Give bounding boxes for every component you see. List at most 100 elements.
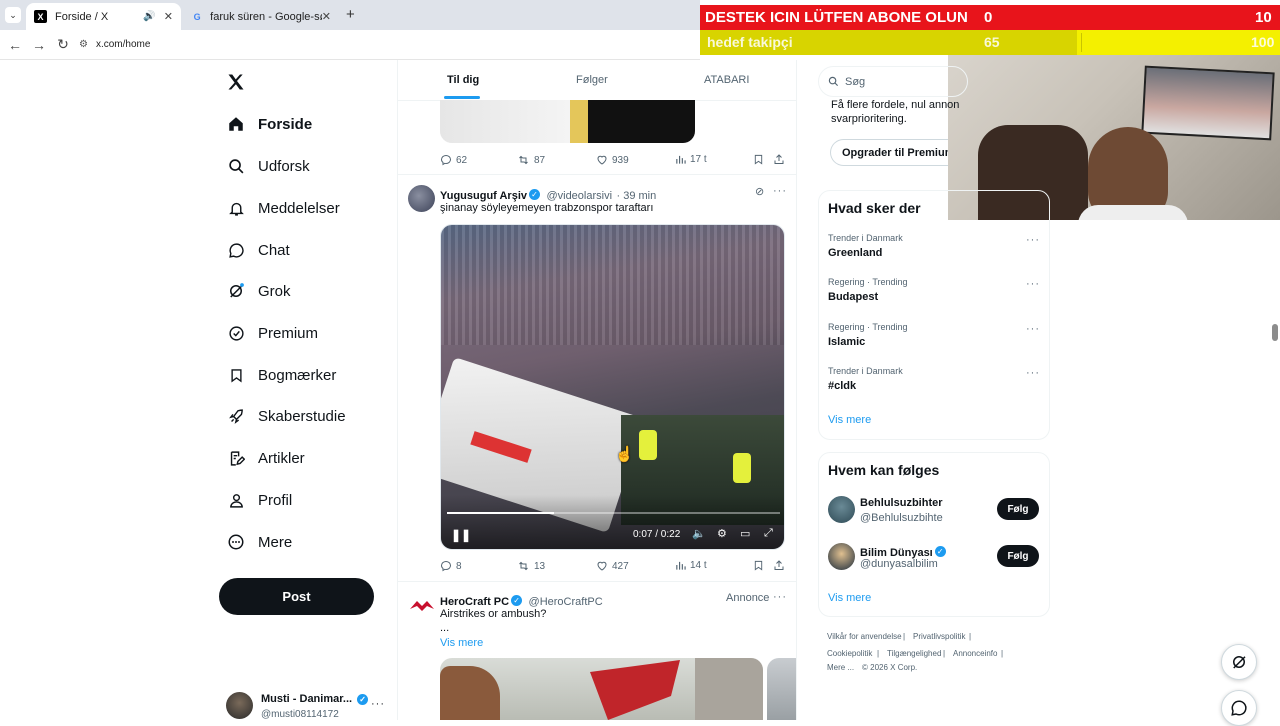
trends-show-more[interactable]: Vis mere	[828, 414, 871, 426]
post-time[interactable]: · 39 min	[616, 190, 656, 202]
post-media-2[interactable]	[767, 658, 796, 720]
footer-link[interactable]: Annonceinfo	[953, 649, 997, 658]
post-media[interactable]	[440, 658, 763, 720]
tab-following[interactable]: Følger	[576, 74, 608, 86]
nav-item-profil[interactable]: Profil	[226, 485, 292, 515]
tab-list-atabari[interactable]: ATABARI	[704, 74, 749, 86]
post-video[interactable]: ❚❚ 0:07 / 0:22 🔈 ⚙ ▭ ⤢	[440, 224, 785, 550]
suggested-user-name[interactable]: Behlulsuzbihter	[860, 497, 943, 509]
volume-icon[interactable]: 🔈	[692, 527, 706, 540]
trend-more-icon[interactable]: ···	[1026, 234, 1040, 246]
tab-list-dropdown[interactable]: ⌄	[5, 7, 21, 23]
video-progress-track[interactable]	[447, 512, 780, 514]
like-button[interactable]: 427	[596, 560, 629, 572]
close-tab-icon[interactable]: ✕	[322, 10, 331, 23]
upgrade-premium-button[interactable]: Opgrader til Premium+	[830, 139, 948, 166]
subscribe-label: DESTEK ICIN LÜTFEN ABONE OLUN	[705, 9, 968, 26]
verified-badge-icon: ✓	[934, 546, 946, 558]
site-info-icon[interactable]: ⚙	[79, 39, 88, 50]
search-icon	[226, 156, 246, 176]
back-icon[interactable]: ←	[3, 37, 27, 53]
avatar[interactable]	[828, 543, 855, 570]
nav-item-mere[interactable]: Mere	[226, 527, 292, 557]
nav-item-chat[interactable]: Chat	[226, 235, 290, 265]
new-tab-button[interactable]: +	[346, 6, 355, 23]
nav-item-meddelelser[interactable]: Meddelelser	[226, 193, 340, 223]
post-more-icon[interactable]: ···	[773, 591, 787, 603]
follow-show-more[interactable]: Vis mere	[828, 592, 871, 604]
footer-link[interactable]: Privatlivspolitik	[913, 632, 965, 641]
tab-google-search[interactable]: G faruk süren - Google-søgning ✕	[184, 3, 339, 30]
forward-icon[interactable]: →	[27, 37, 51, 53]
x-logo-icon[interactable]	[226, 72, 246, 92]
messages-fab-button[interactable]	[1221, 690, 1257, 726]
browser-tab-bar: ⌄ X Forside / X 🔊 ✕ G faruk süren - Goog…	[0, 0, 700, 30]
author-handle[interactable]: @videolarsivi	[546, 190, 612, 202]
settings-icon[interactable]: ⚙	[717, 527, 727, 540]
grok-icon[interactable]: ⊘	[755, 185, 764, 198]
goal-current: 65	[984, 34, 1000, 50]
who-to-follow-title: Hvem kan følges	[828, 462, 940, 478]
trend-name[interactable]: Greenland	[828, 247, 882, 259]
author-name[interactable]: HeroCraft PC	[440, 596, 509, 608]
reload-icon[interactable]: ↻	[51, 36, 75, 53]
repost-button[interactable]: 87	[517, 154, 545, 166]
nav-item-artikler[interactable]: Artikler	[226, 443, 305, 473]
post-more-icon[interactable]: ···	[773, 185, 787, 197]
premium-icon	[226, 323, 246, 343]
footer-link[interactable]: Tilgængelighed	[887, 649, 941, 658]
post-text-ellipsis: ...	[440, 622, 450, 634]
fullscreen-icon[interactable]: ⤢	[764, 527, 773, 540]
trend-name[interactable]: Budapest	[828, 291, 878, 303]
footer-link[interactable]: Vilkår for anvendelse	[827, 632, 902, 641]
grok-fab-button[interactable]	[1221, 644, 1257, 680]
nav-item-skaberstudie[interactable]: Skaberstudie	[226, 401, 346, 431]
search-input[interactable]: Søg	[818, 66, 968, 97]
bookmark-icon[interactable]	[753, 559, 764, 577]
nav-item-premium[interactable]: Premium	[226, 318, 318, 348]
share-icon[interactable]	[773, 153, 785, 171]
bookmark-icon[interactable]	[753, 153, 764, 171]
like-button[interactable]: 939	[596, 154, 629, 166]
tab-for-you[interactable]: Til dig	[447, 74, 479, 86]
grok-icon	[1233, 656, 1246, 669]
pip-icon[interactable]: ▭	[740, 527, 750, 540]
nav-item-udforsk[interactable]: Udforsk	[226, 151, 310, 181]
avatar[interactable]	[408, 185, 435, 212]
reply-button[interactable]: 62	[440, 154, 467, 166]
show-more-link[interactable]: Vis mere	[440, 637, 483, 649]
post-button[interactable]: Post	[219, 578, 374, 615]
footer-link[interactable]: Cookiepolitik	[827, 649, 872, 658]
trend-name[interactable]: #cldk	[828, 380, 856, 392]
follow-button[interactable]: Følg	[997, 545, 1039, 567]
post-media[interactable]	[440, 100, 695, 143]
author-handle[interactable]: @HeroCraftPC	[529, 596, 603, 608]
pause-icon[interactable]: ❚❚	[451, 528, 471, 542]
follow-button[interactable]: Følg	[997, 498, 1039, 520]
trend-name[interactable]: Islamic	[828, 336, 865, 348]
avatar[interactable]	[828, 496, 855, 523]
url-field[interactable]: x.com/home	[96, 39, 150, 50]
repost-button[interactable]: 13	[517, 560, 545, 572]
tab-x-home[interactable]: X Forside / X 🔊 ✕	[26, 3, 181, 30]
nav-item-forside[interactable]: Forside	[226, 109, 312, 139]
trend-more-icon[interactable]: ···	[1026, 367, 1040, 379]
scrollbar-thumb[interactable]	[1272, 324, 1278, 341]
account-switcher[interactable]: Musti - Danimar... ✓ @musti08114172 ···	[226, 690, 386, 720]
footer-more-link[interactable]: Mere ...	[827, 663, 854, 672]
trend-more-icon[interactable]: ···	[1026, 278, 1040, 290]
more-icon[interactable]: ···	[371, 698, 385, 710]
author-name[interactable]: Yugusuguf Arşiv	[440, 190, 527, 202]
nav-item-bogmærker[interactable]: Bogmærker	[226, 360, 336, 390]
nav-item-label: Artikler	[258, 449, 305, 467]
views-button[interactable]: 14 t	[675, 560, 707, 571]
nav-item-grok[interactable]: Grok	[226, 276, 291, 306]
avatar[interactable]	[408, 592, 435, 619]
home-icon	[226, 114, 246, 134]
share-icon[interactable]	[773, 559, 785, 577]
trend-more-icon[interactable]: ···	[1026, 323, 1040, 335]
views-button[interactable]: 17 t	[675, 154, 707, 165]
close-tab-icon[interactable]: ✕	[164, 10, 173, 23]
speaker-icon[interactable]: 🔊	[143, 11, 155, 22]
reply-button[interactable]: 8	[440, 560, 462, 572]
